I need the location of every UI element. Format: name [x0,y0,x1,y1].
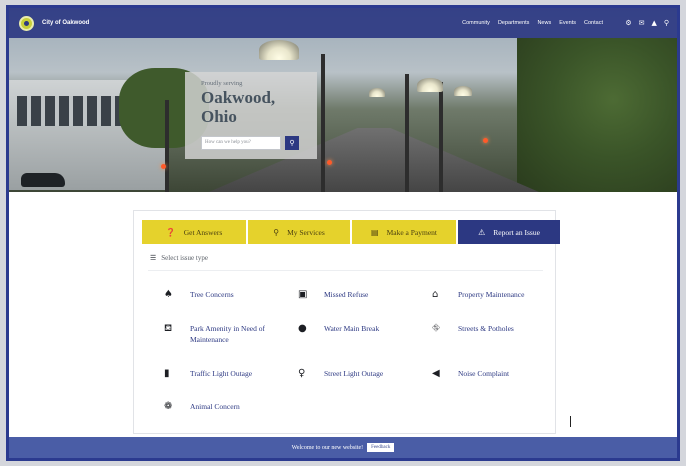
nav-icons: ⚙ ✉ ▲ ⚲ [618,8,669,38]
alert-icon[interactable]: ▲ [651,19,656,27]
parked-car [21,173,65,187]
service-tabs: ❓ Get Answers ⚲ My Services ▤ Make a Pay… [142,220,562,244]
issue-property-maintenance[interactable]: ⌂ Property Maintenance [432,289,568,300]
text-cursor [570,416,571,427]
issue-label: Park Amenity in Need of Maintenance [190,324,265,344]
services-panel: ❓ Get Answers ⚲ My Services ▤ Make a Pay… [133,210,560,434]
tab-label: My Services [287,227,325,237]
water-drop-icon: ● [298,323,307,334]
hero-search-input[interactable]: How can we help you? [201,136,281,150]
site-logo[interactable]: City of Oakwood [19,15,90,31]
traffic-light-icon: ▮ [164,368,170,379]
road-icon: ⛗ [432,323,440,334]
issue-label: Water Main Break [324,324,380,333]
issue-label: Animal Concern [190,402,240,411]
hero-title-line1: Oakwood, [201,88,276,107]
traffic-light [483,138,488,143]
street-lamp [369,88,385,97]
issue-label: Street Light Outage [324,369,384,378]
settings-icon[interactable]: ⚙ [625,19,631,27]
street-lamp [259,40,299,60]
tab-label: Report an Issue [493,227,540,237]
tab-make-payment[interactable]: ▤ Make a Payment [352,220,456,244]
logo-text: City of Oakwood [42,20,90,26]
hero-search: How can we help you? ⚲ [201,136,299,150]
tab-my-services[interactable]: ⚲ My Services [248,220,350,244]
street-pole [165,100,169,192]
issue-label: Tree Concerns [190,290,234,299]
mail-icon[interactable]: ✉ [639,19,645,27]
lightbulb-icon: ♀ [298,368,306,379]
nav-contact[interactable]: Contact [584,20,603,26]
tree-icon: ♠ [164,289,173,300]
hero-title-line2: Ohio [201,107,237,126]
issue-noise-complaint[interactable]: ◀ Noise Complaint [432,368,558,379]
footer-banner: Welcome to our new website! Feedback [9,437,677,458]
hero-search-card: Proudly serving Oakwood, Ohio How can we… [185,72,317,159]
map-pin-icon: ⚲ [273,227,280,237]
street-pole [405,74,409,192]
issue-animal-concern[interactable]: ❁ Animal Concern [164,401,290,412]
issue-water-main-break[interactable]: ● Water Main Break [298,323,424,334]
paw-icon: ❁ [164,401,173,412]
issue-type-heading: ☰ Select issue type [150,254,208,262]
nav-community[interactable]: Community [462,20,490,26]
search-icon: ⚲ [289,139,295,147]
nav-departments[interactable]: Departments [498,20,530,26]
nav-links: Community Departments News Events Contac… [454,8,603,38]
issue-tree-concerns[interactable]: ♠ Tree Concerns [164,289,290,300]
footer-welcome-text: Welcome to our new website! [291,444,364,451]
city-seal-icon [19,15,34,31]
issue-label: Property Maintenance [458,290,525,299]
hero-trees-right [517,38,677,192]
credit-card-icon: ▤ [371,227,379,237]
issue-street-light-outage[interactable]: ♀ Street Light Outage [298,368,424,379]
megaphone-icon: ◀ [432,368,440,379]
street-pole [321,54,325,192]
street-lamp [417,78,443,92]
issue-park-amenity[interactable]: ⛾ Park Amenity in Need of Maintenance [164,323,290,345]
traffic-light [161,164,166,169]
tab-label: Get Answers [183,227,223,237]
issue-label: Noise Complaint [458,369,510,378]
issue-label: Traffic Light Outage [190,369,253,378]
issue-label: Streets & Potholes [458,324,514,333]
issue-missed-refuse[interactable]: ▣ Missed Refuse [298,289,424,300]
tab-report-issue[interactable]: ⚠ Report an Issue [458,220,560,244]
tab-label: Make a Payment [386,227,437,237]
question-icon: ❓ [165,227,176,237]
nav-events[interactable]: Events [559,20,576,26]
tab-get-answers[interactable]: ❓ Get Answers [142,220,246,244]
issue-label: Missed Refuse [324,290,369,299]
traffic-light [327,160,332,165]
street-lamp [454,86,472,96]
top-navigation: City of Oakwood Community Departments Ne… [9,8,677,38]
nav-news[interactable]: News [537,20,551,26]
house-icon: ⌂ [432,289,439,300]
issue-streets-potholes[interactable]: ⛗ Streets & Potholes [432,323,558,334]
search-icon[interactable]: ⚲ [664,19,669,27]
hero-subtitle: Proudly serving [201,80,243,87]
trash-icon: ▣ [298,289,308,300]
issue-heading-label: Select issue type [161,254,208,262]
feedback-button[interactable]: Feedback [367,443,395,452]
hero-search-button[interactable]: ⚲ [285,136,299,150]
divider [148,270,543,271]
street-pole [439,82,443,192]
issue-traffic-light-outage[interactable]: ▮ Traffic Light Outage [164,368,290,379]
park-bench-icon: ⛾ [164,323,173,334]
list-icon: ☰ [150,254,157,262]
browser-frame: City of Oakwood Community Departments Ne… [6,5,680,461]
warning-icon: ⚠ [478,227,486,237]
